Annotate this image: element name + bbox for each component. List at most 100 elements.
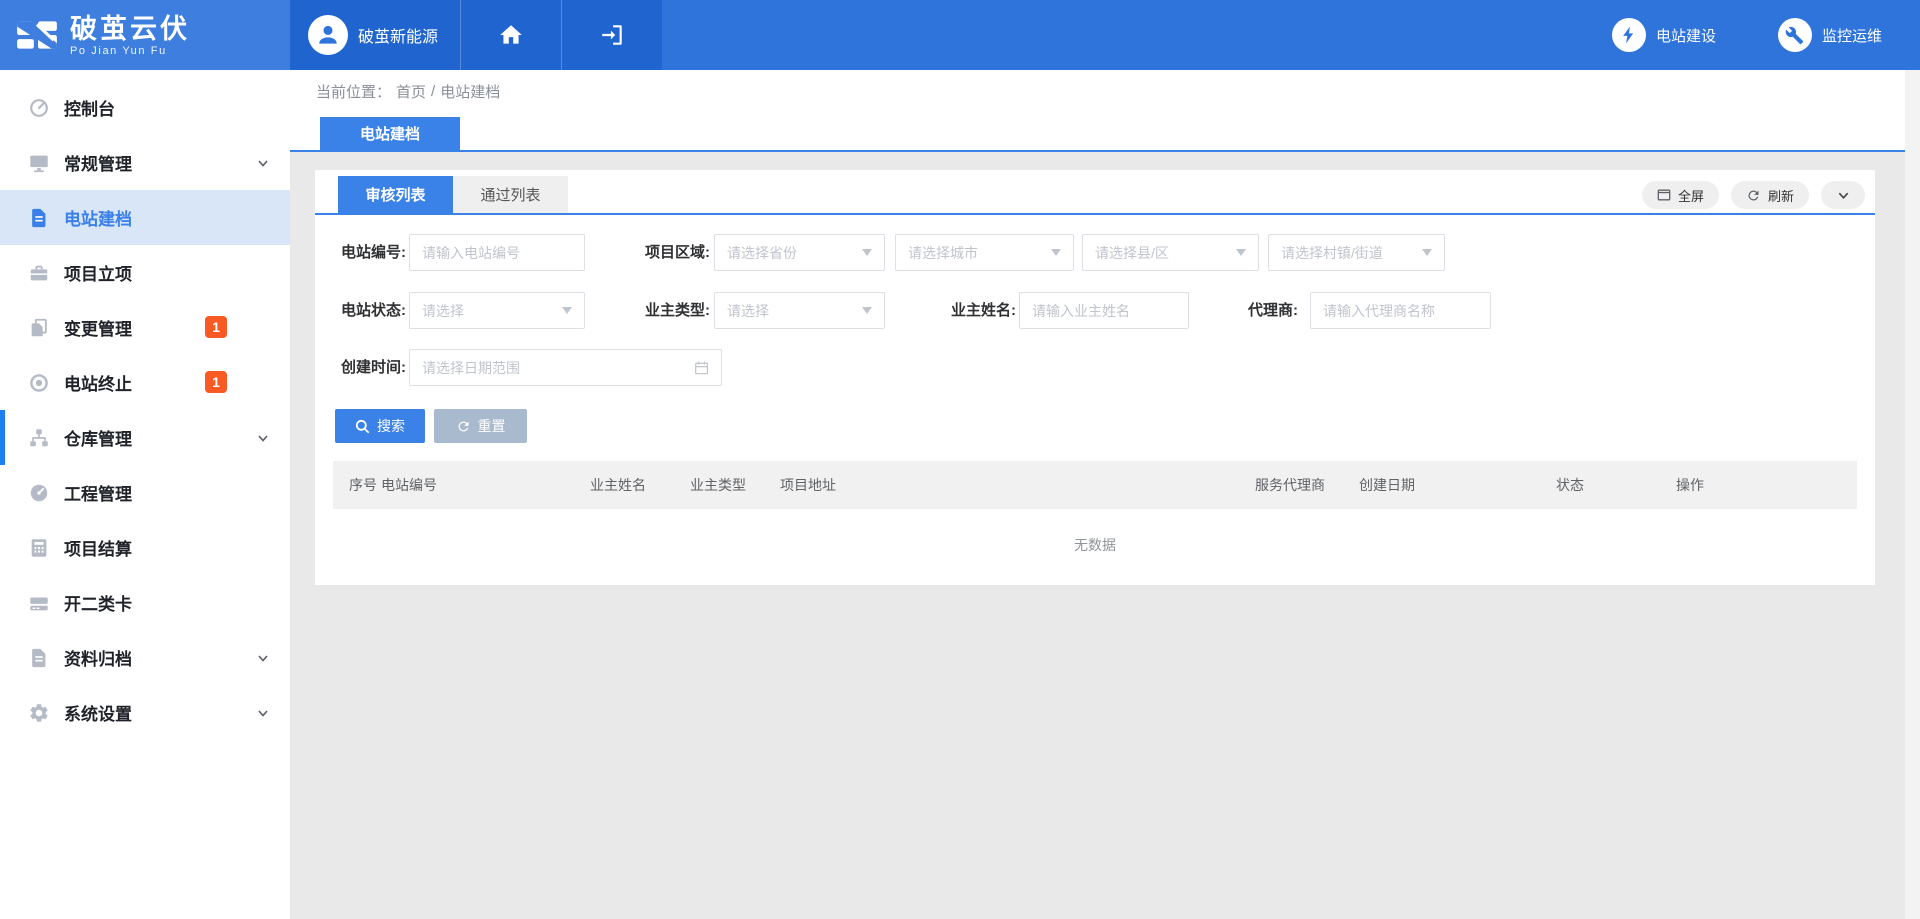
top-header: 破茧云伏 Po Jian Yun Fu 破茧新能源 — [0, 0, 1920, 70]
sidebar-item-data-archive[interactable]: 资料归档 — [0, 630, 290, 685]
sidebar-nav: 控制台 常规管理 电站建档 — [0, 70, 290, 919]
tab-review-list[interactable]: 审核列表 — [338, 176, 453, 213]
wrench-icon — [1778, 18, 1812, 52]
header-right: 电站建设 监控运维 — [662, 0, 1920, 70]
sidebar-item-label: 工程管理 — [64, 480, 132, 505]
empty-state-text: 无数据 — [315, 509, 1875, 555]
card-icon — [28, 592, 50, 614]
select-caret-icon — [1051, 249, 1061, 256]
content-panel: 审核列表 通过列表 全屏 — [315, 170, 1875, 585]
chevron-down-icon — [256, 651, 270, 665]
nav-monitor-ops[interactable]: 监控运维 — [1778, 18, 1882, 52]
city-placeholder: 请选择城市 — [908, 243, 1043, 263]
reset-button[interactable]: 重置 — [434, 409, 527, 443]
chevron-down-icon — [1837, 189, 1850, 202]
owner-type-label: 业主类型: — [615, 292, 710, 329]
home-button[interactable] — [460, 0, 561, 70]
date-range-input[interactable] — [422, 360, 694, 376]
station-status-label: 电站状态: — [315, 292, 406, 329]
sidebar-item-system-settings[interactable]: 系统设置 — [0, 685, 290, 740]
sidebar-item-label: 项目结算 — [64, 535, 132, 560]
nav-monitor-ops-label: 监控运维 — [1822, 25, 1882, 46]
brand-title: 破茧云伏 — [70, 14, 190, 44]
sidebar-item-station-termination[interactable]: 电站终止 1 — [0, 355, 290, 410]
agent-field[interactable] — [1310, 292, 1491, 329]
station-no-input[interactable] — [422, 245, 572, 261]
sidebar-item-project-settlement[interactable]: 项目结算 — [0, 520, 290, 575]
home-icon — [498, 22, 524, 48]
nav-station-build[interactable]: 电站建设 — [1612, 18, 1716, 52]
select-caret-icon — [862, 249, 872, 256]
brand-subtitle: Po Jian Yun Fu — [70, 45, 190, 57]
breadcrumb-prefix: 当前位置： — [316, 81, 391, 102]
sidebar-item-label: 电站终止 — [64, 370, 132, 395]
search-icon — [355, 419, 370, 434]
archive-document-icon — [28, 647, 50, 669]
agent-label: 代理商: — [1203, 292, 1298, 329]
user-icon — [315, 22, 341, 48]
station-status-select[interactable]: 请选择 — [409, 292, 585, 329]
fullscreen-button[interactable]: 全屏 — [1642, 181, 1719, 209]
col-actions: 操作 — [1676, 475, 1857, 495]
col-owner-name: 业主姓名 — [590, 475, 690, 495]
sidebar-item-console[interactable]: 控制台 — [0, 80, 290, 135]
select-caret-icon — [862, 307, 872, 314]
owner-type-placeholder: 请选择 — [727, 301, 854, 321]
scrollbar-track[interactable] — [1905, 70, 1920, 919]
select-caret-icon — [562, 307, 572, 314]
created-time-label: 创建时间: — [315, 349, 406, 386]
sitemap-icon — [28, 427, 50, 449]
station-no-field[interactable] — [409, 234, 585, 271]
province-select[interactable]: 请选择省份 — [714, 234, 885, 271]
breadcrumb-current: 电站建档 — [440, 81, 500, 102]
county-select[interactable]: 请选择县/区 — [1082, 234, 1259, 271]
owner-type-select[interactable]: 请选择 — [714, 292, 885, 329]
gauge-icon — [28, 97, 50, 119]
lightning-icon — [1612, 18, 1646, 52]
col-created-date: 创建日期 — [1359, 475, 1556, 495]
sidebar-item-engineering-mgmt[interactable]: 工程管理 — [0, 465, 290, 520]
record-circle-icon — [28, 372, 50, 394]
station-no-label: 电站编号: — [315, 234, 406, 271]
monitor-icon — [28, 152, 50, 174]
refresh-button[interactable]: 刷新 — [1731, 181, 1809, 209]
table-header-row: 序号 电站编号 业主姓名 业主类型 项目地址 服务代理商 创建日期 状态 操作 — [333, 461, 1857, 509]
city-select[interactable]: 请选择城市 — [895, 234, 1074, 271]
sidebar-item-open-type2-card[interactable]: 开二类卡 — [0, 575, 290, 630]
logout-button[interactable] — [561, 0, 662, 70]
village-select[interactable]: 请选择村镇/街道 — [1268, 234, 1445, 271]
nav-station-build-label: 电站建设 — [1656, 25, 1716, 46]
date-range-field[interactable] — [409, 349, 722, 386]
tab-passed-list[interactable]: 通过列表 — [453, 176, 568, 213]
active-indicator-bar — [0, 410, 5, 465]
search-button[interactable]: 搜索 — [335, 409, 425, 443]
brand-text: 破茧云伏 Po Jian Yun Fu — [70, 14, 190, 57]
user-account[interactable]: 破茧新能源 — [290, 0, 460, 70]
col-status: 状态 — [1556, 475, 1676, 495]
owner-name-input[interactable] — [1032, 303, 1176, 319]
page-tabstrip: 电站建档 — [290, 112, 1920, 152]
refresh-icon — [1746, 188, 1761, 203]
fullscreen-icon — [1657, 188, 1671, 202]
brand-logo-icon — [14, 12, 60, 58]
sidebar-item-project-initiation[interactable]: 项目立项 — [0, 245, 290, 300]
col-project-address: 项目地址 — [780, 475, 1255, 495]
page-tab-station-filing[interactable]: 电站建档 — [320, 117, 460, 150]
sidebar-item-label: 控制台 — [64, 95, 115, 120]
avatar — [308, 15, 348, 55]
sidebar-item-station-filing[interactable]: 电站建档 — [0, 190, 290, 245]
collapse-button[interactable] — [1821, 181, 1865, 209]
panel-toolbar: 全屏 刷新 — [1642, 181, 1865, 209]
sidebar-item-change-mgmt[interactable]: 变更管理 1 — [0, 300, 290, 355]
breadcrumb-home[interactable]: 首页 — [396, 81, 426, 102]
app-window: 破茧云伏 Po Jian Yun Fu 破茧新能源 — [0, 0, 1920, 919]
select-caret-icon — [1236, 249, 1246, 256]
col-station-no: 电站编号 — [381, 475, 590, 495]
owner-name-field[interactable] — [1019, 292, 1189, 329]
sidebar-item-general-mgmt[interactable]: 常规管理 — [0, 135, 290, 190]
sidebar-item-warehouse-mgmt[interactable]: 仓库管理 — [0, 410, 290, 465]
calendar-icon — [694, 360, 709, 376]
panel-tabs: 审核列表 通过列表 全屏 — [315, 176, 1875, 215]
agent-input[interactable] — [1323, 303, 1478, 319]
chevron-down-icon — [256, 706, 270, 720]
